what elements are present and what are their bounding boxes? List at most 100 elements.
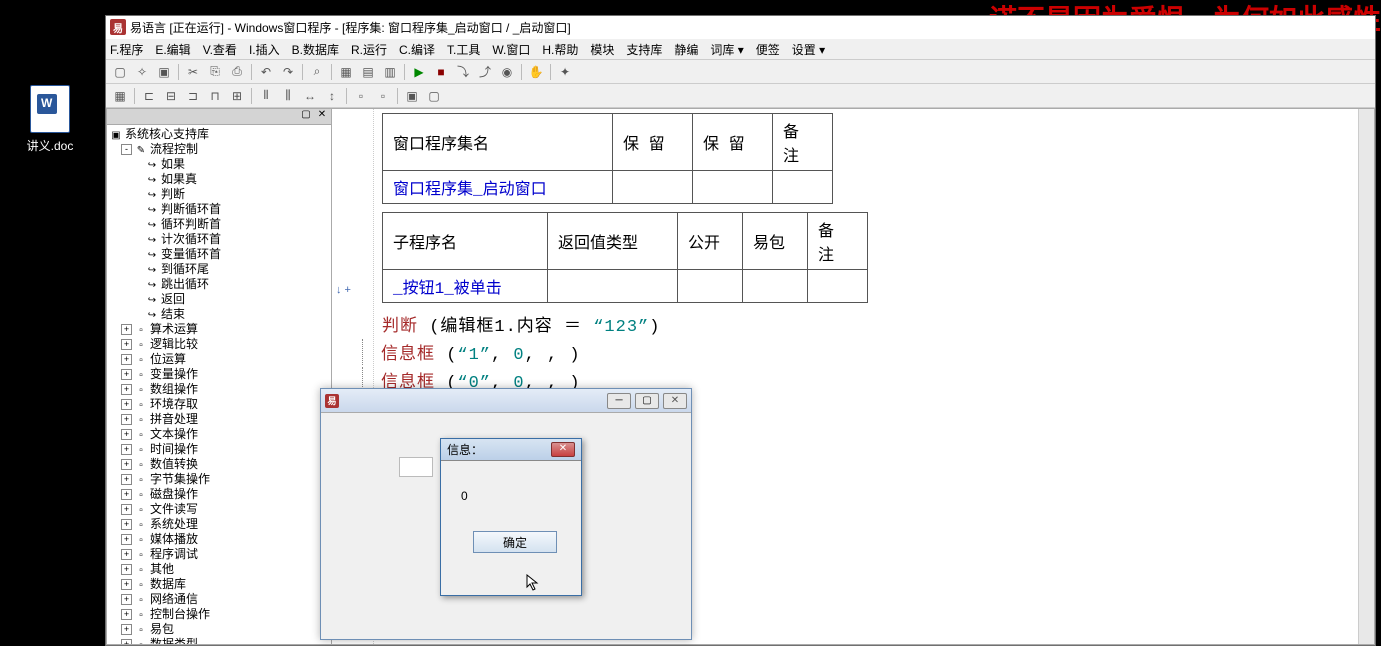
- expand-icon[interactable]: +: [121, 564, 132, 575]
- tree-leaf[interactable]: 返回: [161, 292, 185, 307]
- td-empty[interactable]: [808, 270, 868, 303]
- step-icon[interactable]: ⤵: [453, 62, 473, 82]
- open-file-icon[interactable]: ✧: [132, 62, 152, 82]
- collapse-icon[interactable]: -: [121, 144, 132, 155]
- expand-icon[interactable]: +: [121, 414, 132, 425]
- align-icon[interactable]: ▦: [110, 86, 130, 106]
- tree-category[interactable]: 磁盘操作: [150, 487, 198, 502]
- search-icon[interactable]: ⌕: [307, 62, 327, 82]
- expand-icon[interactable]: +: [121, 384, 132, 395]
- tree-category[interactable]: 数值转换: [150, 457, 198, 472]
- edit-box-1[interactable]: [399, 457, 433, 477]
- expand-icon[interactable]: +: [121, 594, 132, 605]
- menu-run[interactable]: R.运行: [351, 41, 387, 58]
- tree-category[interactable]: 数组操作: [150, 382, 198, 397]
- tree-category[interactable]: 程序调试: [150, 547, 198, 562]
- tree-category[interactable]: 文件读写: [150, 502, 198, 517]
- tree-category[interactable]: 字节集操作: [150, 472, 210, 487]
- tree-category[interactable]: 位运算: [150, 352, 186, 367]
- td-empty[interactable]: [678, 270, 743, 303]
- tree-category[interactable]: 文本操作: [150, 427, 198, 442]
- expand-icon[interactable]: +: [121, 474, 132, 485]
- code-line-2[interactable]: 信息框 (“1”, 0, , ): [362, 339, 1374, 365]
- td-empty[interactable]: [548, 270, 678, 303]
- tree-leaf[interactable]: 跳出循环: [161, 277, 209, 292]
- expand-icon[interactable]: +: [121, 354, 132, 365]
- layout3-icon[interactable]: ▥: [380, 62, 400, 82]
- expand-icon[interactable]: +: [121, 429, 132, 440]
- menu-settings[interactable]: 设置 ▾: [792, 41, 825, 58]
- expand-icon[interactable]: +: [121, 609, 132, 620]
- tree-leaf[interactable]: 变量循环首: [161, 247, 221, 262]
- undo-icon[interactable]: ↶: [256, 62, 276, 82]
- td-sub-name[interactable]: _按钮1_被单击: [383, 270, 548, 303]
- distribute-v-icon[interactable]: ⫼: [278, 86, 298, 106]
- maximize-button[interactable]: ▢: [635, 393, 659, 409]
- new-file-icon[interactable]: ▢: [110, 62, 130, 82]
- menu-module[interactable]: 模块: [590, 41, 614, 58]
- td-empty[interactable]: [743, 270, 808, 303]
- tree-category[interactable]: 网络通信: [150, 592, 198, 607]
- code-line-1[interactable]: 判断 (编辑框1.内容 ＝ “123”): [382, 311, 1374, 337]
- expand-icon[interactable]: +: [121, 339, 132, 350]
- distribute-h-icon[interactable]: ⫴: [256, 86, 276, 106]
- layout2-icon[interactable]: ▤: [358, 62, 378, 82]
- stop-icon[interactable]: ■: [431, 62, 451, 82]
- tree-category[interactable]: 逻辑比较: [150, 337, 198, 352]
- hand-icon[interactable]: ✋: [526, 62, 546, 82]
- close-button[interactable]: ✕: [663, 393, 687, 409]
- msgbox-titlebar[interactable]: 信息： ✕: [441, 439, 581, 461]
- menu-dict[interactable]: 词库 ▾: [710, 41, 743, 58]
- ok-button[interactable]: 确定: [473, 531, 557, 553]
- breakpoint-icon[interactable]: ◉: [497, 62, 517, 82]
- msgbox-close-button[interactable]: ✕: [551, 442, 575, 457]
- send-back-icon[interactable]: ▢: [424, 86, 444, 106]
- layout-icon[interactable]: ▦: [336, 62, 356, 82]
- run-window-titlebar[interactable]: 易 ─ ▢ ✕: [321, 389, 691, 413]
- expand-icon[interactable]: +: [121, 369, 132, 380]
- tree-leaf[interactable]: 判断: [161, 187, 185, 202]
- tree-category[interactable]: 数据库: [150, 577, 186, 592]
- td-program-set-name[interactable]: 窗口程序集_启动窗口: [383, 171, 613, 204]
- desktop-file-icon[interactable]: 讲义.doc: [15, 85, 85, 154]
- expand-icon[interactable]: +: [121, 624, 132, 635]
- expand-icon[interactable]: +: [121, 519, 132, 530]
- align-right-icon[interactable]: ⊐: [183, 86, 203, 106]
- tree-collapse-icon[interactable]: ▢: [299, 109, 313, 123]
- tree-leaf[interactable]: 循环判断首: [161, 217, 221, 232]
- menu-compile[interactable]: C.编译: [399, 41, 435, 58]
- expand-icon[interactable]: +: [121, 489, 132, 500]
- expand-icon[interactable]: +: [121, 399, 132, 410]
- cut-icon[interactable]: ✂: [183, 62, 203, 82]
- align-middle-icon[interactable]: ⊞: [227, 86, 247, 106]
- step2-icon[interactable]: ⤴: [475, 62, 495, 82]
- redo-icon[interactable]: ↷: [278, 62, 298, 82]
- wand-icon[interactable]: ✦: [555, 62, 575, 82]
- run-icon[interactable]: ▶: [409, 62, 429, 82]
- tree-leaf[interactable]: 如果真: [161, 172, 197, 187]
- tree-close-icon[interactable]: ✕: [315, 109, 329, 123]
- menu-window[interactable]: W.窗口: [492, 41, 530, 58]
- td-empty[interactable]: [613, 171, 693, 204]
- align-top-icon[interactable]: ⊓: [205, 86, 225, 106]
- more1-icon[interactable]: ▫: [351, 86, 371, 106]
- td-empty[interactable]: [773, 171, 833, 204]
- tree-category[interactable]: 拼音处理: [150, 412, 198, 427]
- expand-icon[interactable]: +: [121, 579, 132, 590]
- menu-notes[interactable]: 便签: [756, 41, 780, 58]
- tree-leaf[interactable]: 如果: [161, 157, 185, 172]
- expand-icon[interactable]: +: [121, 549, 132, 560]
- save-icon[interactable]: ▣: [154, 62, 174, 82]
- tree-category[interactable]: 环境存取: [150, 397, 198, 412]
- more2-icon[interactable]: ▫: [373, 86, 393, 106]
- tree-category[interactable]: 其他: [150, 562, 174, 577]
- menu-tools[interactable]: T.工具: [447, 41, 480, 58]
- menu-support-lib[interactable]: 支持库: [626, 41, 662, 58]
- expand-icon[interactable]: +: [121, 459, 132, 470]
- expand-icon[interactable]: +: [121, 639, 132, 645]
- vertical-scrollbar[interactable]: [1358, 109, 1374, 644]
- align-left-icon[interactable]: ⊏: [139, 86, 159, 106]
- expand-icon[interactable]: +: [121, 534, 132, 545]
- tree-category[interactable]: 媒体播放: [150, 532, 198, 547]
- tree-category[interactable]: 控制台操作: [150, 607, 210, 622]
